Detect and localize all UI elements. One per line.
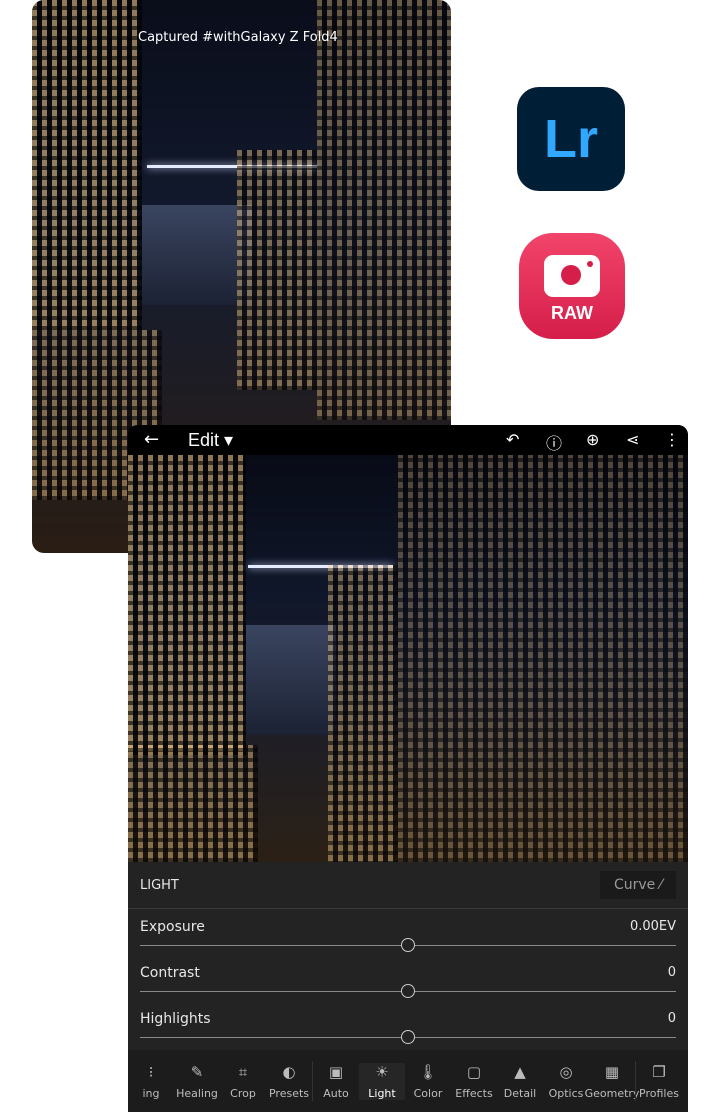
tool-auto[interactable]: ▣ Auto (313, 1063, 359, 1100)
curve-button[interactable]: Curve ⁄ (600, 871, 676, 899)
effects-icon: ▢ (466, 1062, 482, 1081)
auto-icon: ▣ (328, 1062, 344, 1081)
tool-presets[interactable]: ◐ Presets (266, 1063, 312, 1100)
slider-value: 0.00EV (629, 919, 676, 934)
photo-caption: Captured #withGalaxy Z Fold4 (138, 30, 338, 45)
tool-crop[interactable]: ⌗ Crop (220, 1063, 266, 1100)
slider-highlights: Highlights 0 (128, 1001, 688, 1047)
camera-icon (544, 254, 600, 297)
tool-label: Healing (176, 1086, 218, 1100)
light-panel: LIGHT Curve ⁄ Exposure 0.00EV Contrast 0… (128, 862, 688, 1050)
tool-label: Light (368, 1086, 396, 1100)
tool-color[interactable]: 🌡 Color (405, 1063, 451, 1100)
slider-thumb[interactable] (401, 1030, 415, 1044)
tool-label: Auto (323, 1086, 349, 1100)
detail-icon: ▲ (514, 1062, 526, 1081)
panel-title: LIGHT (140, 878, 179, 893)
tool-label: ing (142, 1086, 160, 1100)
slider-value: 0 (667, 965, 676, 980)
tool-effects[interactable]: ▢ Effects (451, 1063, 497, 1100)
slider-exposure: Exposure 0.00EV (128, 909, 688, 955)
undo-icon[interactable]: ↶ (506, 430, 519, 449)
editor-top-bar: ← Edit ▾ ↶ ⓘ ⊕ ⋖ ⋮ (128, 425, 688, 455)
tool-ing[interactable]: ⁝ ing (128, 1063, 174, 1100)
add-icon[interactable]: ⊕ (586, 430, 599, 449)
slider-thumb[interactable] (401, 938, 415, 952)
tool-light[interactable]: ☀ Light (359, 1062, 405, 1100)
healing-icon: ✎ (190, 1062, 204, 1081)
edit-photo-preview (128, 455, 688, 862)
tool-geometry[interactable]: ▦ Geometry (585, 1062, 640, 1100)
tool-label: Effects (455, 1086, 493, 1100)
ing-icon: ⁝ (148, 1062, 154, 1081)
slider-value: 0 (667, 1011, 676, 1026)
tool-label: Presets (268, 1086, 310, 1100)
slider-label: Exposure (140, 919, 205, 935)
tool-bar: ⁝ ing ✎ Healing ⌗ Crop ◐ Presets ▣ Auto ☀ Light 🌡 Col… (128, 1050, 688, 1112)
tool-label: Geometry (584, 1086, 640, 1100)
slider-label: Contrast (140, 965, 200, 981)
slider-contrast: Contrast 0 (128, 955, 688, 1001)
tool-label: Profiles (639, 1086, 679, 1100)
optics-icon: ◎ (559, 1062, 573, 1081)
slider-label: Highlights (140, 1011, 211, 1027)
help-icon[interactable]: ⓘ (546, 430, 562, 454)
geometry-icon: ▦ (604, 1062, 620, 1081)
lightroom-app-icon: Lr (517, 87, 625, 191)
tool-label: Color (413, 1086, 443, 1100)
profiles-icon: ❐ (652, 1062, 666, 1081)
share-icon[interactable]: ⋖ (626, 430, 639, 449)
crop-icon: ⌗ (238, 1062, 248, 1081)
back-arrow-icon[interactable]: ← (144, 429, 159, 450)
tool-detail[interactable]: ▲ Detail (497, 1063, 543, 1100)
slider-thumb[interactable] (401, 984, 415, 998)
tool-label: Crop (230, 1086, 256, 1100)
lightroom-editor: ← Edit ▾ ↶ ⓘ ⊕ ⋖ ⋮ LIGHT Curve ⁄ Exposur… (128, 425, 688, 1112)
expert-raw-app-icon: RAW (519, 233, 625, 339)
tool-label: Detail (503, 1086, 537, 1100)
tool-profiles[interactable]: ❐ Profiles (636, 1063, 682, 1100)
tool-label: Optics (548, 1086, 584, 1100)
presets-icon: ◐ (282, 1062, 296, 1081)
edit-menu-dropdown[interactable]: Edit ▾ (188, 430, 233, 451)
color-icon: 🌡 (418, 1062, 438, 1081)
tool-optics[interactable]: ◎ Optics (543, 1063, 589, 1100)
light-icon: ☀ (375, 1062, 389, 1081)
tool-healing[interactable]: ✎ Healing (174, 1063, 220, 1100)
more-icon[interactable]: ⋮ (664, 430, 680, 449)
